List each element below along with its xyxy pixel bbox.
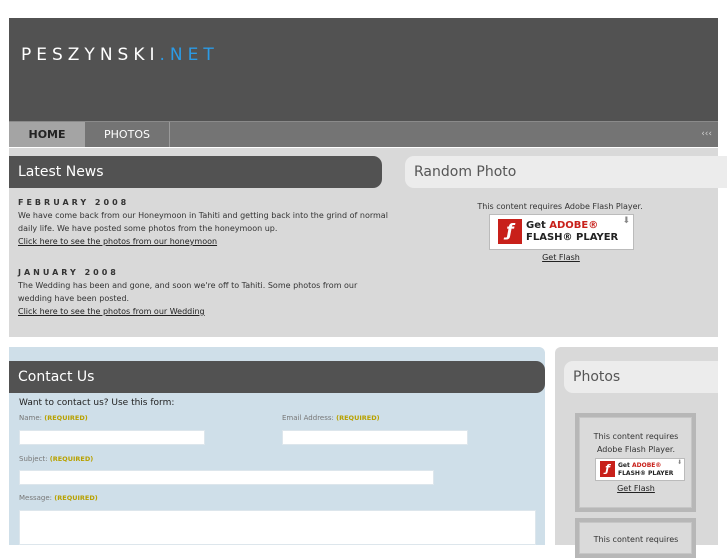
nav-item-photos[interactable]: PHOTOS bbox=[85, 122, 170, 147]
get-flash-badge[interactable]: ƒ Get ADOBE® FLASH® PLAYER ⬇ bbox=[489, 214, 634, 250]
news-text: We have come back from our Honeymoon in … bbox=[18, 211, 388, 233]
site-header bbox=[9, 18, 718, 121]
photos-title: Photos bbox=[564, 361, 718, 393]
adobe-flash-icon: ƒ bbox=[498, 219, 522, 244]
name-field[interactable] bbox=[19, 430, 205, 445]
nav-collapse-icon[interactable]: ‹‹‹ bbox=[701, 122, 712, 147]
random-photo-title: Random Photo bbox=[405, 156, 727, 188]
latest-news-title: Latest News bbox=[9, 156, 382, 188]
message-label: Message: (REQUIRED) bbox=[19, 494, 98, 502]
subject-field[interactable] bbox=[19, 470, 434, 485]
badge-get-text: Get ADOBE® bbox=[526, 220, 599, 231]
logo-main: PESZYNSKI bbox=[21, 45, 160, 65]
logo-tld: .NET bbox=[159, 45, 219, 65]
email-field[interactable] bbox=[282, 430, 468, 445]
required-tag: (REQUIRED) bbox=[49, 455, 94, 463]
badge-get-text: Get ADOBE® bbox=[618, 462, 662, 469]
subject-label: Subject: (REQUIRED) bbox=[19, 455, 94, 463]
email-label: Email Address: (REQUIRED) bbox=[282, 414, 380, 422]
news-date: FEBRUARY 2008 bbox=[18, 198, 130, 207]
flash-required-notice: This content requires bbox=[593, 535, 679, 544]
name-label: Name: (REQUIRED) bbox=[19, 414, 88, 422]
photo-thumbnail[interactable]: This content requires Adobe Flash Player… bbox=[575, 413, 696, 512]
badge-player-text: FLASH® PLAYER bbox=[526, 232, 619, 243]
required-tag: (REQUIRED) bbox=[54, 494, 98, 502]
get-flash-badge[interactable]: ƒ Get ADOBE® FLASH® PLAYER ⬇ bbox=[595, 458, 685, 481]
news-link[interactable]: Click here to see the photos from our We… bbox=[18, 307, 205, 316]
news-text: The Wedding has been and gone, and soon … bbox=[18, 281, 358, 303]
required-tag: (REQUIRED) bbox=[44, 414, 88, 422]
download-arrow-icon: ⬇ bbox=[622, 216, 630, 226]
photo-flash-placeholder: This content requires Adobe Flash Player… bbox=[579, 417, 692, 508]
get-flash-link[interactable]: Get Flash bbox=[594, 484, 678, 493]
news-date: JANUARY 2008 bbox=[18, 268, 119, 277]
news-link[interactable]: Click here to see the photos from our ho… bbox=[18, 237, 217, 246]
nav-item-home[interactable]: HOME bbox=[9, 122, 85, 147]
photo-thumbnail[interactable]: This content requires bbox=[575, 518, 696, 558]
required-tag: (REQUIRED) bbox=[336, 414, 380, 422]
contact-intro: Want to contact us? Use this form: bbox=[19, 398, 175, 408]
flash-required-notice: This content requires Adobe Flash Player… bbox=[477, 202, 643, 211]
main-nav: HOME PHOTOS ‹‹‹ bbox=[9, 121, 718, 147]
contact-title: Contact Us bbox=[9, 361, 545, 393]
photo-flash-placeholder: This content requires bbox=[579, 522, 692, 554]
badge-player-text: FLASH® PLAYER bbox=[618, 470, 674, 477]
flash-required-notice: This content requires Adobe Flash Player… bbox=[593, 432, 679, 454]
site-logo[interactable]: PESZYNSKI.NET bbox=[21, 45, 219, 65]
message-field[interactable] bbox=[19, 510, 536, 545]
get-flash-link[interactable]: Get Flash bbox=[510, 253, 612, 262]
adobe-flash-icon: ƒ bbox=[600, 461, 615, 477]
download-arrow-icon: ⬇ bbox=[676, 459, 682, 466]
